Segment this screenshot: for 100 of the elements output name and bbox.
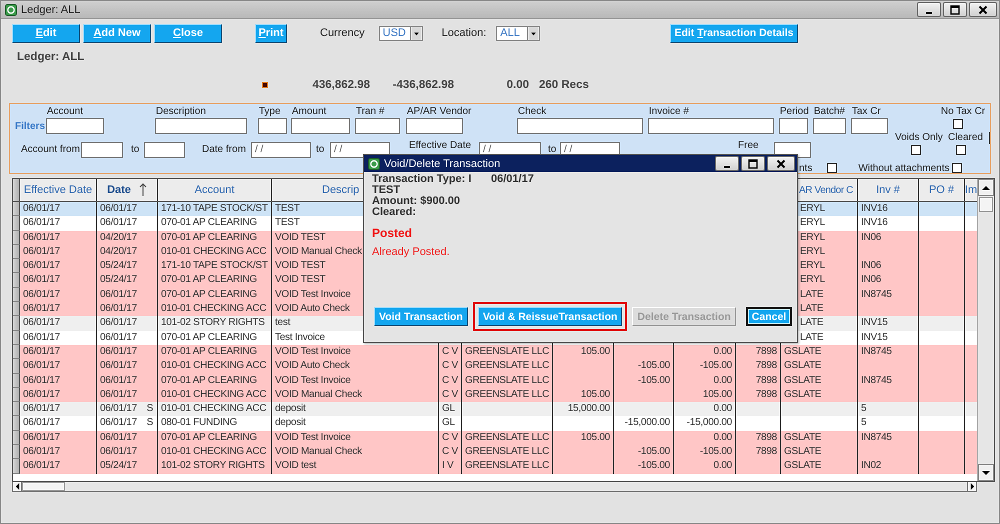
table-cell: IN06 [861,230,882,245]
table-cell: deposit [275,402,306,416]
table-cell-text: 7898 [756,388,777,402]
table-cell-text: TEST [275,202,300,216]
table-cell-text: 070-01 AP CLEARING [161,216,257,230]
total-credit: -436,862.98 [392,79,454,91]
table-cell-text: 105.00 [580,388,610,402]
table-cell-text: GREENSLATE LLC [465,344,550,359]
table-cell-text: TEST [275,216,300,230]
table-cell: 171-10 TAPE STOCK/ST [161,259,268,274]
table-cell: IN06 [861,259,882,274]
table-cell-text: 06/01/17 [23,244,60,259]
table-cell-text: I V [442,459,454,474]
field-label: Account [46,106,83,118]
table-cell: C V [442,374,458,388]
table-cell-text: 7898 [756,430,777,445]
table-cell: VOID Manual Check [275,445,362,460]
table-cell: 010-01 CHECKING ACC [161,402,266,416]
field-label: Batch# [812,106,845,118]
table-cell-text: 070-01 AP CLEARING [161,430,257,445]
transaction-date: 06/01/17 [491,174,534,185]
table-cell-text: 06/01/17 [23,202,60,216]
table-cell: -105.00 [638,445,670,460]
table-cell-text: 171-10 TAPE STOCK/ST [161,202,268,216]
field-label: Type [258,106,281,118]
table-cell-text: GL [442,416,455,430]
table-cell-text: GREENSLATE LLC [465,388,550,402]
table-cell: GL [442,402,455,416]
field-label: Period [778,106,809,118]
table-cell: 070-01 AP CLEARING [161,374,257,388]
table-cell-text: -105.00 [638,459,670,474]
field-label: Tran # [354,106,384,118]
table-cell-text: IN8745 [861,430,892,445]
table-cell-text: 06/01/17 [100,416,137,430]
table-cell-text: GSLATE [784,359,822,374]
table-cell: VOID TEST [275,230,326,245]
status-letter: S [146,416,153,430]
filters-label: Filters [15,121,46,132]
table-cell-text: LATE [800,316,824,330]
field-label: to [316,144,324,155]
table-cell: 070-01 AP CLEARING [161,230,257,245]
table-cell: VOID Auto Check [275,302,350,316]
table-cell-text: deposit [275,416,306,430]
table-cell-text: 0.00 [714,430,732,445]
status-letter: S [146,402,153,416]
table-cell-text: 06/01/17 [23,288,60,302]
table-cell-text: 101-02 STORY RIGHTS [161,459,265,474]
field-label: Date from [202,144,246,155]
table-cell-text: 7898 [756,344,777,359]
table-cell-text: 06/01/17 [100,216,137,230]
table-cell: Test Invoice [275,330,325,345]
table-cell-text: 06/01/17 [100,316,137,330]
table-cell-text: 7898 [756,359,777,374]
table-cell-text: VOID TEST [275,273,326,288]
field-label: to [548,144,556,155]
table-cell: 06/01/17 [23,445,60,460]
table-cell: 0.00 [714,374,732,388]
checkbox-label: No Tax Cr [940,106,986,118]
table-cell: 010-01 CHECKING ACC [161,302,266,316]
table-cell: LATE [800,302,824,316]
table-cell: VOID TEST [275,259,326,274]
total-debit: 436,862.98 [311,79,370,91]
table-cell: 06/01/17 [100,330,137,345]
table-cell-text: GSLATE [784,459,822,474]
table-cell-text: C V [442,344,458,359]
table-cell-text: 010-01 CHECKING ACC [161,388,266,402]
table-cell: 0.00 [714,402,732,416]
table-cell-text: 06/01/17 [23,316,60,330]
checkbox-label: nts [799,162,812,174]
table-cell-text: 06/01/17 [23,216,60,230]
table-cell-text: 06/01/17 [100,430,137,445]
field-label: Amount [290,106,326,118]
table-cell-text: 04/20/17 [100,244,137,259]
currency-label: Currency [320,27,365,39]
table-cell: 04/20/17 [100,230,137,245]
table-cell-text: C V [442,359,458,374]
table-cell-text: -15,000.00 [624,416,670,430]
table-cell-text: VOID Manual Check [275,388,362,402]
table-cell-text: GREENSLATE LLC [465,459,550,474]
table-cell-text: 010-01 CHECKING ACC [161,244,266,259]
table-cell: 06/01/17 [23,230,60,245]
table-cell-text: 06/01/17 [23,359,60,374]
table-cell: 06/01/17 [100,302,137,316]
table-cell: GSLATE [784,445,822,460]
field-label: Tax Cr [850,106,881,118]
table-cell-text: VOID Test Invoice [275,288,351,302]
ledger-heading: Ledger: ALL [16,51,84,63]
table-cell-text: GREENSLATE LLC [465,430,550,445]
table-cell: C V [442,445,458,460]
checkbox-label: Cleared [948,132,983,144]
table-cell-text: 06/01/17 [23,430,60,445]
table-cell-text: VOID Test Invoice [275,344,351,359]
table-cell: 15,000.00 [568,402,610,416]
table-cell: 06/01/17 [100,402,137,416]
table-cell-text: 05/24/17 [100,459,137,474]
table-cell-text: 105.00 [702,388,732,402]
table-cell-text: 06/01/17 [23,416,60,430]
table-cell-text: -105.00 [638,359,670,374]
table-cell-text: 06/01/17 [23,273,60,288]
table-cell: 06/01/17 [23,302,60,316]
